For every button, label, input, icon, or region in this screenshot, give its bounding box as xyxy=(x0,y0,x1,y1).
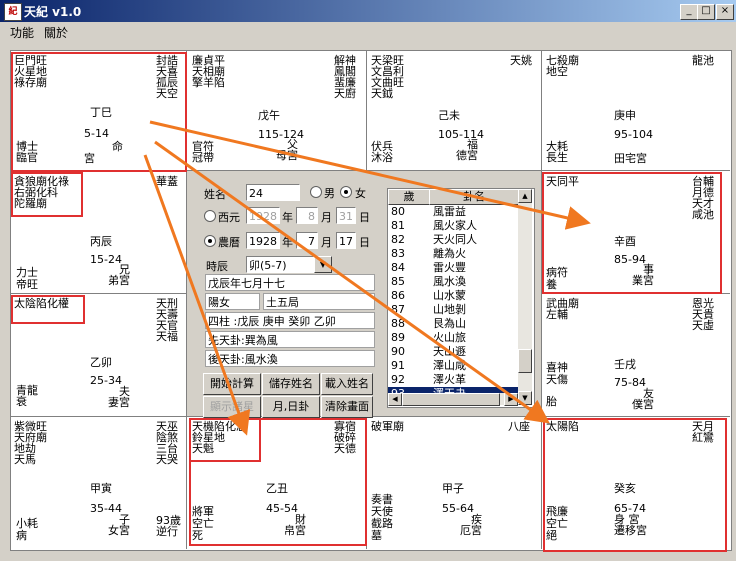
arrow-to-you xyxy=(149,120,591,230)
arrow-to-hai xyxy=(154,140,550,424)
annotation-arrows xyxy=(143,120,591,436)
